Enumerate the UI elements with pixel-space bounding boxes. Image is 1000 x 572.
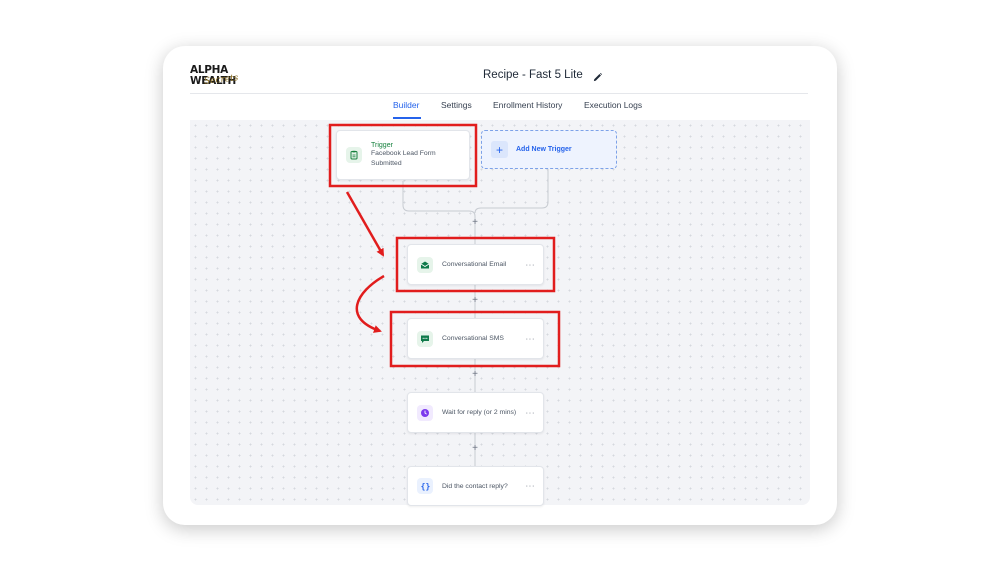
more-options-button[interactable]: ··· — [526, 334, 536, 343]
clipboard-icon — [346, 147, 362, 163]
tab-bar: Builder Settings Enrollment History Exec… — [0, 100, 1000, 120]
pencil-icon[interactable] — [592, 70, 603, 81]
trigger-description-line2: Submitted — [371, 159, 402, 167]
add-trigger-label: Add New Trigger — [516, 146, 572, 153]
page-title: Recipe - Fast 5 Lite — [483, 69, 583, 81]
tab-settings[interactable]: Settings — [441, 100, 472, 110]
step-label: Conversational Email — [442, 261, 507, 268]
trigger-node[interactable]: Trigger Facebook Lead Form Submitted — [336, 130, 470, 180]
page-header: Recipe - Fast 5 Lite — [483, 69, 603, 81]
svg-text:{}: {} — [420, 482, 430, 491]
step-label: Wait for reply (or 2 mins) — [442, 409, 517, 416]
brand-logo[interactable]: ALPHA WEALTH Secrets — [190, 65, 256, 89]
add-new-trigger-button[interactable]: + Add New Trigger — [481, 130, 617, 169]
tab-execution-logs[interactable]: Execution Logs — [584, 100, 642, 110]
workflow-canvas[interactable] — [190, 120, 810, 505]
tab-builder[interactable]: Builder — [393, 100, 419, 110]
step-conversational-email[interactable]: Conversational Email ··· — [407, 244, 544, 285]
add-step-button[interactable]: + — [470, 370, 480, 380]
trigger-description-line1: Facebook Lead Form — [371, 149, 436, 157]
plus-icon: + — [491, 141, 508, 158]
step-condition[interactable]: {} Did the contact reply? ··· — [407, 466, 544, 506]
chat-icon — [417, 330, 433, 347]
more-options-button[interactable]: ··· — [526, 482, 536, 491]
more-options-button[interactable]: ··· — [526, 408, 536, 417]
add-step-button[interactable]: + — [470, 296, 480, 306]
tab-enrollment-history[interactable]: Enrollment History — [493, 100, 562, 110]
clock-icon — [417, 404, 433, 421]
more-options-button[interactable]: ··· — [526, 260, 536, 269]
envelope-icon — [417, 256, 433, 273]
active-tab-indicator — [393, 117, 421, 119]
add-step-button[interactable]: + — [470, 444, 480, 454]
step-label: Conversational SMS — [442, 335, 504, 342]
add-step-button[interactable]: + — [470, 218, 480, 228]
trigger-label: Trigger — [371, 141, 393, 149]
step-wait-for-reply[interactable]: Wait for reply (or 2 mins) ··· — [407, 392, 544, 433]
step-label: Did the contact reply? — [442, 482, 508, 490]
step-conversational-sms[interactable]: Conversational SMS ··· — [407, 318, 544, 359]
header-divider — [190, 93, 808, 94]
braces-icon: {} — [417, 478, 433, 494]
